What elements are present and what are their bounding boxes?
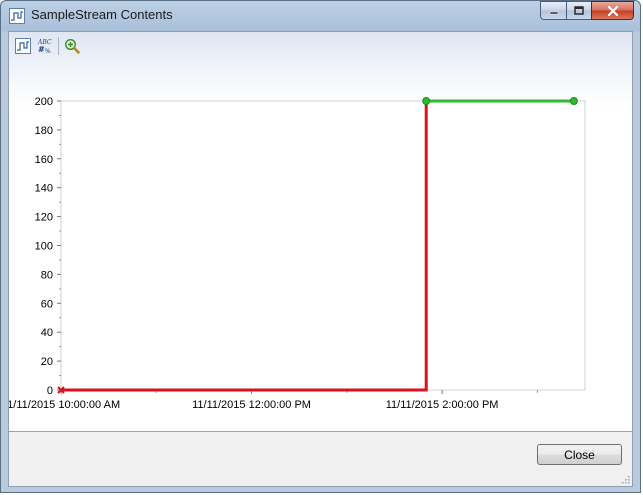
x-tick-label: 11/11/2015 12:00:00 PM	[192, 399, 311, 411]
maximize-icon	[574, 6, 584, 15]
close-icon	[607, 5, 618, 16]
close-button[interactable]: Close	[537, 444, 622, 465]
y-tick-label: 160	[35, 154, 53, 166]
chart: 0 20 40 60 80 100 120 140 160 180 200 11/11/2015 10…	[9, 96, 586, 411]
plot-area	[60, 100, 586, 391]
caption-buttons	[540, 1, 634, 20]
chart-panel: ABC # % 0 20 40 60 80 100 120 140 160 180 200 11/11…	[9, 32, 632, 432]
y-tick-label: 60	[41, 298, 53, 310]
series-point-marker	[569, 97, 578, 105]
y-tick-label: 40	[41, 327, 53, 339]
dialog-client-area: ABC # % 0 20 40 60 80 100 120 140 160 180 200 11/11…	[8, 31, 633, 487]
y-tick-label: 20	[41, 356, 53, 368]
stream-chart-icon	[9, 8, 25, 24]
resize-grip-icon[interactable]	[620, 474, 630, 484]
y-tick-label: 80	[41, 269, 53, 281]
y-tick-label: 180	[35, 125, 53, 137]
minimize-icon	[549, 11, 558, 14]
y-tick-label: 200	[35, 96, 53, 108]
title-bar[interactable]: SampleStream Contents	[1, 1, 640, 31]
minimize-button[interactable]	[540, 1, 566, 20]
y-tick-label: 120	[35, 212, 53, 224]
window-title: SampleStream Contents	[31, 7, 173, 22]
y-tick-label: 140	[35, 183, 53, 195]
y-tick-label: 0	[47, 385, 53, 397]
dialog-window: SampleStream Contents ABC # % 0 20 40 60…	[0, 0, 641, 493]
x-tick-label: 11/11/2015 2:00:00 PM	[386, 399, 499, 411]
y-tick-label: 100	[35, 241, 53, 253]
close-window-button[interactable]	[591, 1, 634, 20]
x-tick-label: 11/11/2015 10:00:00 AM	[9, 399, 120, 411]
maximize-button[interactable]	[566, 1, 591, 20]
series-point-marker	[422, 97, 431, 105]
